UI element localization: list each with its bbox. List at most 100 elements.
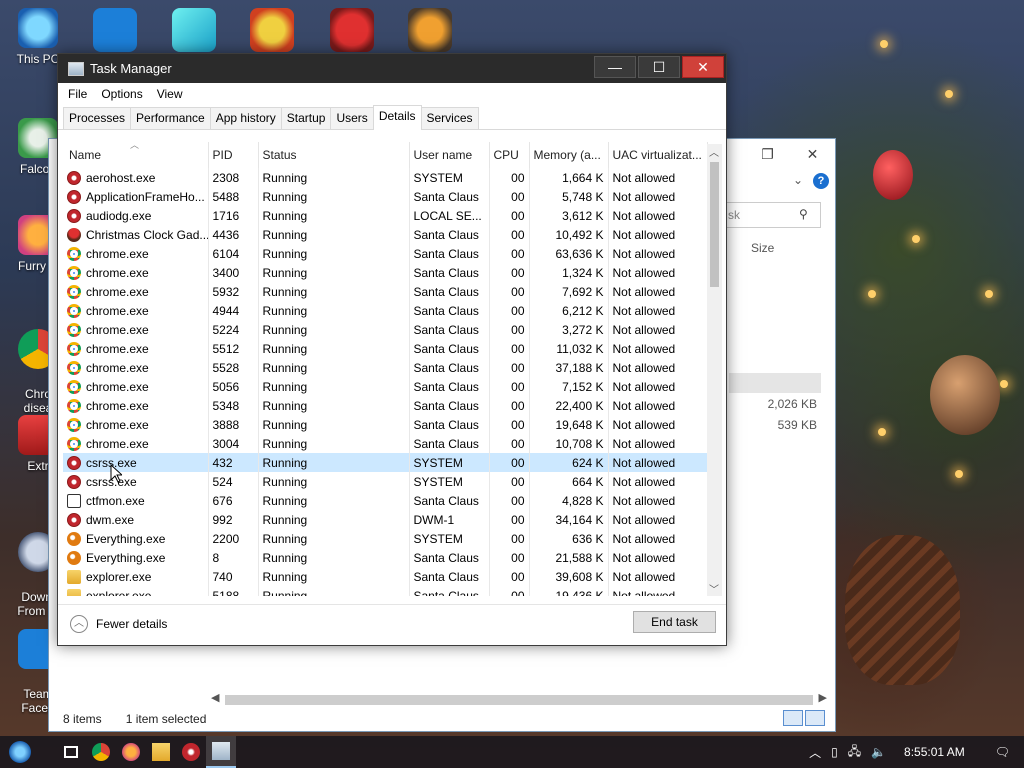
tab-users[interactable]: Users: [330, 107, 374, 129]
task-manager-titlebar[interactable]: Task Manager — ☐ ✕: [58, 54, 726, 83]
tab-details[interactable]: Details: [372, 105, 422, 130]
help-icon[interactable]: ?: [813, 173, 829, 189]
search-icon: [67, 531, 81, 546]
taskbar-app[interactable]: [176, 736, 206, 768]
process-name-cell: chrome.exe: [63, 434, 209, 453]
tab-app-history[interactable]: App history: [209, 107, 282, 129]
table-row[interactable]: ctfmon.exe 676 Running Santa Claus 00 4,828 K…: [63, 491, 708, 510]
vlc-santa-icon[interactable]: [408, 8, 452, 52]
menu-view[interactable]: View: [157, 87, 183, 101]
notifications-icon[interactable]: 🗨: [995, 745, 1010, 759]
chrome-icon: [67, 303, 81, 318]
christmas-clock-icon: [67, 227, 81, 242]
menu-file[interactable]: File: [68, 87, 87, 101]
chevron-up-icon[interactable]: ︿: [809, 744, 821, 761]
process-uac: Not allowed: [608, 529, 708, 548]
column-header-status[interactable]: Status: [258, 142, 410, 168]
table-row[interactable]: chrome.exe 5932 Running Santa Claus 00 7,692 …: [63, 282, 708, 301]
taskbar-firefox[interactable]: [116, 736, 146, 768]
process-user: Santa Claus: [409, 263, 490, 282]
p-app-icon[interactable]: [250, 8, 294, 52]
table-row[interactable]: chrome.exe 3004 Running Santa Claus 00 10,708…: [63, 434, 708, 453]
close-button[interactable]: ✕: [682, 56, 724, 78]
angry-bird-icon[interactable]: [330, 8, 374, 52]
explorer-restore-button[interactable]: ❐: [745, 139, 790, 169]
table-row[interactable]: chrome.exe 3400 Running Santa Claus 00 1,324 …: [63, 263, 708, 282]
menu-options[interactable]: Options: [101, 87, 142, 101]
scroll-down-icon[interactable]: ﹀: [709, 581, 719, 596]
gem-icon[interactable]: [172, 8, 216, 52]
chevron-down-icon[interactable]: ⌄: [793, 173, 803, 187]
task-view-button[interactable]: [56, 736, 86, 768]
table-row[interactable]: audiodg.exe 1716 Running LOCAL SE... 00 3,612…: [63, 206, 708, 225]
scrollbar-thumb[interactable]: [225, 695, 813, 705]
process-user: Santa Claus: [409, 301, 490, 320]
end-task-button[interactable]: End task: [633, 611, 716, 633]
column-header-memory[interactable]: Memory (a...: [529, 142, 609, 168]
column-header-pid[interactable]: PID: [208, 142, 259, 168]
large-icons-view-icon[interactable]: [805, 710, 825, 726]
process-uac: Not allowed: [608, 320, 708, 339]
process-name: chrome.exe: [86, 303, 149, 318]
table-row[interactable]: chrome.exe 5224 Running Santa Claus 00 3,272 …: [63, 320, 708, 339]
chrome-icon: [67, 360, 81, 375]
process-icon: [67, 474, 81, 489]
table-row[interactable]: explorer.exe 5188 Running Santa Claus 00 19,4…: [63, 586, 708, 596]
process-name: chrome.exe: [86, 436, 149, 451]
table-row[interactable]: csrss.exe 432 Running SYSTEM 00 624 K Not allo…: [63, 453, 708, 472]
process-name: chrome.exe: [86, 322, 149, 337]
table-row[interactable]: chrome.exe 3888 Running Santa Claus 00 19,648…: [63, 415, 708, 434]
scroll-right-icon[interactable]: ▶: [819, 691, 827, 704]
tab-startup[interactable]: Startup: [280, 107, 332, 129]
table-row[interactable]: csrss.exe 524 Running SYSTEM 00 664 K Not allo…: [63, 472, 708, 491]
column-header-size[interactable]: Size: [751, 241, 774, 255]
taskbar-task-manager[interactable]: [206, 736, 236, 768]
maximize-button[interactable]: ☐: [638, 56, 680, 78]
table-row[interactable]: Christmas Clock Gad... 4436 Running Santa C…: [63, 225, 708, 244]
start-button[interactable]: [0, 736, 40, 768]
table-row[interactable]: dwm.exe 992 Running DWM-1 00 34,164 K Not allo…: [63, 510, 708, 529]
task-manager-window[interactable]: Task Manager — ☐ ✕ File Options View Pro…: [57, 53, 727, 646]
tab-processes[interactable]: Processes: [63, 107, 132, 129]
process-uac: Not allowed: [608, 377, 708, 396]
taskbar-chrome[interactable]: [86, 736, 116, 768]
taskbar-clock[interactable]: 8:55:01 AM: [904, 745, 965, 759]
scrollbar-thumb[interactable]: [710, 162, 719, 287]
chrome-icon: [67, 379, 81, 394]
explorer-close-button[interactable]: ✕: [790, 139, 835, 169]
table-row[interactable]: chrome.exe 5528 Running Santa Claus 00 37,188…: [63, 358, 708, 377]
column-header-name[interactable]: Name: [63, 142, 209, 168]
process-name-cell: ctfmon.exe: [63, 491, 209, 510]
details-view-icon[interactable]: [783, 710, 803, 726]
table-row[interactable]: chrome.exe 6104 Running Santa Claus 00 63,636…: [63, 244, 708, 263]
fewer-details-button[interactable]: ︿ Fewer details: [70, 615, 167, 633]
vertical-scrollbar[interactable]: ︿ ﹀: [707, 144, 722, 596]
table-row[interactable]: Everything.exe 8 Running Santa Claus 00 21,58…: [63, 548, 708, 567]
column-header-user-name[interactable]: User name: [409, 142, 490, 168]
tab-services[interactable]: Services: [420, 107, 479, 129]
table-row[interactable]: aerohost.exe 2308 Running SYSTEM 00 1,664 K No…: [63, 168, 708, 187]
volume-icon[interactable]: 🔈: [871, 745, 886, 759]
table-row[interactable]: explorer.exe 740 Running Santa Claus 00 39,60…: [63, 567, 708, 586]
table-row[interactable]: chrome.exe 5348 Running Santa Claus 00 22,400…: [63, 396, 708, 415]
process-name-cell: chrome.exe: [63, 415, 209, 434]
column-header-cpu[interactable]: CPU: [489, 142, 530, 168]
process-pid: 432: [208, 453, 259, 472]
table-row[interactable]: chrome.exe 5512 Running Santa Claus 00 11,032…: [63, 339, 708, 358]
table-row[interactable]: chrome.exe 5056 Running Santa Claus 00 7,152 …: [63, 377, 708, 396]
network-icon[interactable]: 🖧: [848, 742, 861, 763]
table-row[interactable]: Everything.exe 2200 Running SYSTEM 00 636 K No…: [63, 529, 708, 548]
settings-icon[interactable]: [93, 8, 137, 52]
tab-performance[interactable]: Performance: [130, 107, 211, 129]
table-row[interactable]: chrome.exe 4944 Running Santa Claus 00 6,212 …: [63, 301, 708, 320]
horizontal-scrollbar[interactable]: ◀ ▶: [209, 691, 829, 707]
taskbar-file-explorer[interactable]: [146, 736, 176, 768]
search-icon[interactable]: ⚲: [799, 207, 808, 221]
table-row[interactable]: ApplicationFrameHo... 5488 Running Santa Cl…: [63, 187, 708, 206]
process-pid: 524: [208, 472, 259, 491]
scroll-left-icon[interactable]: ◀: [211, 691, 219, 704]
column-header-uac[interactable]: UAC virtualizat...: [608, 142, 708, 168]
scroll-up-icon[interactable]: ︿: [709, 144, 719, 159]
battery-icon[interactable]: ▯: [831, 745, 838, 759]
minimize-button[interactable]: —: [594, 56, 636, 78]
